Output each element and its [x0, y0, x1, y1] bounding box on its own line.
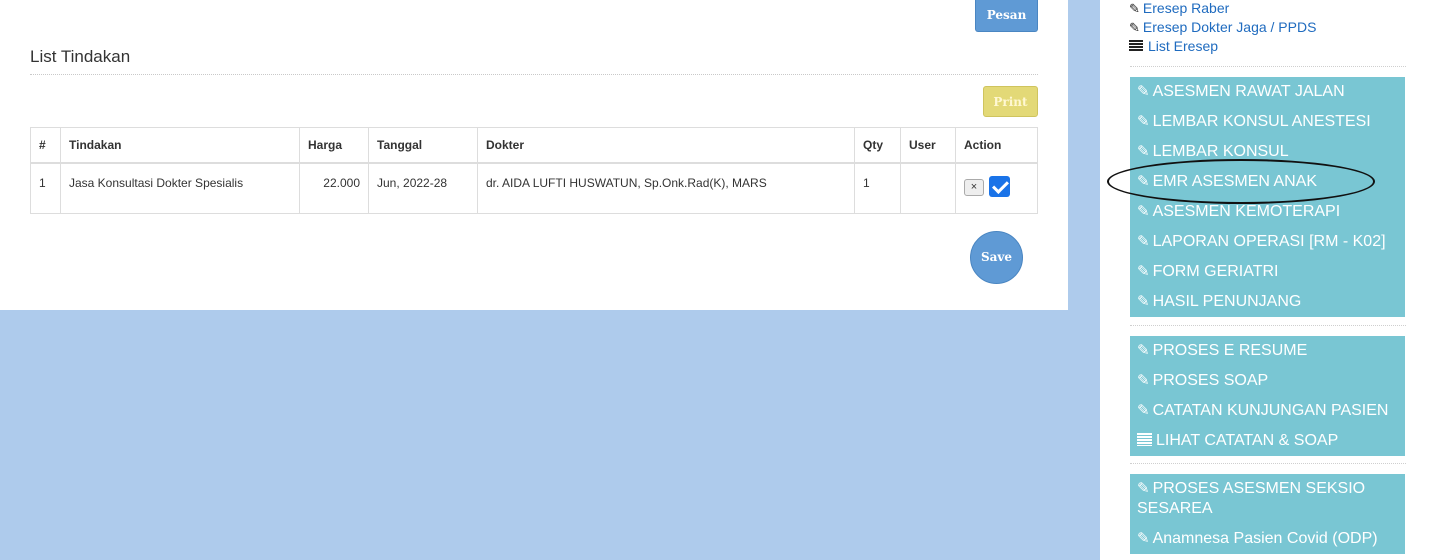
sidebar-item-proses-soap[interactable]: ✎ PROSES SOAP: [1130, 366, 1405, 396]
sidebar-item-label: ASESMEN RAWAT JALAN: [1152, 83, 1345, 100]
section-divider: [30, 74, 1038, 75]
list-icon: [1129, 40, 1143, 52]
sidebar-item-form-geriatri[interactable]: ✎ FORM GERIATRI: [1130, 257, 1405, 287]
sidebar-item-catatan-kunjungan[interactable]: ✎ CATATAN KUNJUNGAN PASIEN: [1130, 396, 1405, 426]
col-header-qty: Qty: [854, 127, 901, 164]
sidebar-group-other: ✎ PROSES ASESMEN SEKSIO SESAREA ✎ Anamnesa…: [1130, 474, 1405, 554]
sidebar-group-asesmen: ✎ ASESMEN RAWAT JALAN ✎ LEMBAR KONSUL ANES…: [1130, 77, 1405, 317]
pesan-button[interactable]: Pesan: [975, 0, 1038, 32]
sidebar-item-asesmen-rawat-jalan[interactable]: ✎ ASESMEN RAWAT JALAN: [1130, 77, 1405, 107]
eresep-raber-link[interactable]: ✎ Eresep Raber: [1129, 0, 1316, 18]
sidebar-item-proses-e-resume[interactable]: ✎ PROSES E RESUME: [1130, 336, 1405, 366]
section-title: List Tindakan: [30, 47, 131, 66]
edit-icon: ✎: [1137, 263, 1150, 280]
sidebar-item-asesmen-kemoterapi[interactable]: ✎ ASESMEN KEMOTERAPI: [1130, 197, 1405, 227]
edit-icon: ✎: [1137, 173, 1150, 190]
col-header-dokter: Dokter: [477, 127, 855, 164]
edit-icon: ✎: [1137, 480, 1150, 497]
sidebar-item-label: Anamnesa Pasien Covid (ODP): [1152, 530, 1378, 547]
col-header-harga: Harga: [299, 127, 369, 164]
edit-icon: ✎: [1137, 293, 1150, 310]
eresep-dokter-jaga-link[interactable]: ✎ Eresep Dokter Jaga / PPDS: [1129, 18, 1316, 37]
sidebar-item-label: EMR ASESMEN ANAK: [1152, 173, 1318, 190]
sidebar-item-label: PROSES SOAP: [1152, 372, 1269, 389]
sidebar-item-label: LIHAT CATATAN & SOAP: [1156, 432, 1339, 449]
link-label: List Eresep: [1148, 38, 1219, 54]
col-header-action: Action: [955, 127, 1038, 164]
col-header-user: User: [900, 127, 956, 164]
sidebar-item-emr-asesmen-anak[interactable]: ✎ EMR ASESMEN ANAK: [1130, 167, 1405, 197]
edit-icon: ✎: [1137, 113, 1150, 130]
sidebar-item-label: CATATAN KUNJUNGAN PASIEN: [1152, 402, 1389, 419]
cell-number: 1: [30, 162, 61, 214]
sidebar-item-asesmen-seksio-sesarea[interactable]: ✎ PROSES ASESMEN SEKSIO SESAREA: [1130, 474, 1405, 524]
tindakan-table: # Tindakan Harga Tanggal Dokter Qty User…: [30, 127, 1038, 214]
sidebar-item-anamnesa-covid[interactable]: ✎ Anamnesa Pasien Covid (ODP): [1130, 524, 1405, 554]
save-button[interactable]: Save: [970, 231, 1023, 284]
cell-tindakan: Jasa Konsultasi Dokter Spesialis: [60, 162, 300, 214]
sidebar-item-label: LEMBAR KONSUL ANESTESI: [1152, 113, 1371, 130]
print-button[interactable]: Print: [983, 86, 1038, 117]
list-eresep-link[interactable]: List Eresep: [1129, 37, 1316, 56]
edit-icon: ✎: [1129, 20, 1140, 35]
col-header-tanggal: Tanggal: [368, 127, 478, 164]
eresep-links: ✎ Eresep Raber ✎ Eresep Dokter Jaga / PPDS…: [1129, 0, 1316, 56]
edit-icon: ✎: [1137, 233, 1150, 250]
sidebar-item-lembar-konsul[interactable]: ✎ LEMBAR KONSUL: [1130, 137, 1405, 167]
cell-user: [900, 162, 956, 214]
table-row: 1 Jasa Konsultasi Dokter Spesialis 22.00…: [30, 162, 1038, 214]
cell-tanggal: Jun, 2022-28: [368, 162, 478, 214]
sidebar-item-lihat-catatan-soap[interactable]: LIHAT CATATAN & SOAP: [1130, 426, 1405, 456]
sidebar-item-label: PROSES ASESMEN SEKSIO SESAREA: [1137, 480, 1366, 517]
edit-icon: ✎: [1137, 402, 1150, 419]
edit-icon: ✎: [1137, 530, 1150, 547]
sidebar-item-label: LAPORAN OPERASI [RM - K02]: [1152, 233, 1386, 250]
edit-icon: ✎: [1137, 143, 1150, 160]
cell-harga: 22.000: [299, 162, 369, 214]
sidebar-divider: [1130, 66, 1406, 67]
sidebar-item-laporan-operasi[interactable]: ✎ LAPORAN OPERASI [RM - K02]: [1130, 227, 1405, 257]
sidebar-group-soap: ✎ PROSES E RESUME ✎ PROSES SOAP ✎ CATATAN K…: [1130, 336, 1405, 456]
sidebar-divider: [1130, 325, 1406, 326]
cell-action: ×: [955, 162, 1038, 214]
edit-icon: ✎: [1137, 342, 1150, 359]
col-header-number: #: [30, 127, 61, 164]
cell-qty: 1: [854, 162, 901, 214]
sidebar-item-label: PROSES E RESUME: [1152, 342, 1308, 359]
sidebar-item-hasil-penunjang[interactable]: ✎ HASIL PENUNJANG: [1130, 287, 1405, 317]
list-icon: [1137, 433, 1152, 446]
right-sidebar: ✎ Eresep Raber ✎ Eresep Dokter Jaga / PPDS…: [1100, 0, 1430, 560]
link-label: Eresep Dokter Jaga / PPDS: [1142, 19, 1317, 35]
col-header-tindakan: Tindakan: [60, 127, 300, 164]
sidebar-divider: [1130, 463, 1406, 464]
sidebar-item-label: LEMBAR KONSUL: [1152, 143, 1289, 160]
sidebar-item-label: HASIL PENUNJANG: [1152, 293, 1302, 310]
sidebar-item-label: ASESMEN KEMOTERAPI: [1152, 203, 1341, 220]
link-label: Eresep Raber: [1142, 0, 1230, 16]
sidebar-item-label: FORM GERIATRI: [1152, 263, 1279, 280]
edit-icon: ✎: [1129, 1, 1140, 16]
main-panel: Pesan List Tindakan Print # Tindakan Har…: [0, 0, 1068, 310]
remove-button[interactable]: ×: [964, 178, 984, 196]
confirm-checkbox[interactable]: [989, 175, 1011, 197]
edit-icon: ✎: [1137, 83, 1150, 100]
edit-icon: ✎: [1137, 203, 1150, 220]
table-header-row: # Tindakan Harga Tanggal Dokter Qty User…: [30, 127, 1038, 164]
sidebar-item-lembar-konsul-anestesi[interactable]: ✎ LEMBAR KONSUL ANESTESI: [1130, 107, 1405, 137]
edit-icon: ✎: [1137, 372, 1150, 389]
cell-dokter: dr. AIDA LUFTI HUSWATUN, Sp.Onk.Rad(K), …: [477, 162, 855, 214]
